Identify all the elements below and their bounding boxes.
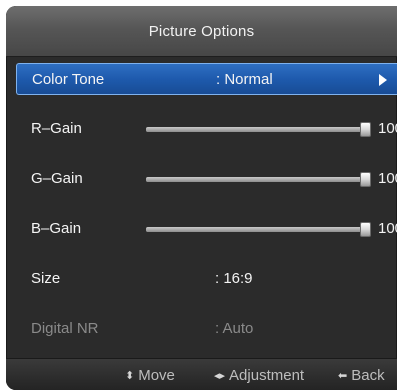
r-gain-slider[interactable] bbox=[146, 122, 371, 137]
hint-move-label: Move bbox=[138, 367, 175, 384]
r-gain-slider-thumb[interactable] bbox=[360, 122, 371, 137]
g-gain-slider[interactable] bbox=[146, 172, 371, 187]
hint-back-label: Back bbox=[351, 367, 385, 384]
menu-item-r-gain[interactable]: R–Gain 100 bbox=[16, 113, 397, 145]
hint-adjustment-label: Adjustment bbox=[229, 367, 305, 384]
g-gain-slider-thumb[interactable] bbox=[360, 172, 371, 187]
b-gain-slider-thumb[interactable] bbox=[360, 222, 371, 237]
hint-back: ⬅ Back bbox=[338, 367, 385, 384]
menu-title: Picture Options bbox=[148, 23, 255, 40]
r-gain-value: 100 bbox=[378, 120, 397, 137]
size-value: : 16:9 bbox=[215, 270, 253, 287]
menu-item-digital-nr: Digital NR : Auto bbox=[16, 313, 397, 345]
g-gain-value: 100 bbox=[378, 170, 397, 187]
g-gain-slider-fill bbox=[146, 177, 366, 182]
menu-item-g-gain[interactable]: G–Gain 100 bbox=[16, 163, 397, 195]
back-arrow-icon: ⬅ bbox=[338, 369, 348, 382]
b-gain-label: B–Gain bbox=[31, 220, 82, 237]
r-gain-label: R–Gain bbox=[31, 120, 82, 137]
b-gain-slider[interactable] bbox=[146, 222, 371, 237]
b-gain-slider-fill bbox=[146, 227, 366, 232]
color-tone-value: : Normal bbox=[216, 71, 273, 88]
r-gain-slider-fill bbox=[146, 127, 366, 132]
digital-nr-label: Digital NR bbox=[31, 320, 99, 337]
hint-move: ⬍ Move bbox=[125, 367, 175, 384]
submenu-arrow-icon[interactable] bbox=[379, 74, 387, 86]
left-right-arrows-icon: ◂▸ bbox=[214, 369, 226, 382]
color-tone-label: Color Tone bbox=[32, 71, 105, 88]
b-gain-value: 100 bbox=[378, 220, 397, 237]
menu-item-b-gain[interactable]: B–Gain 100 bbox=[16, 213, 397, 245]
g-gain-label: G–Gain bbox=[31, 170, 83, 187]
picture-options-menu: Picture Options Color Tone : Normal R–Ga… bbox=[6, 6, 397, 390]
menu-item-color-tone[interactable]: Color Tone : Normal bbox=[16, 63, 397, 95]
menu-title-bar: Picture Options bbox=[6, 6, 397, 57]
up-down-arrows-icon: ⬍ bbox=[125, 369, 135, 382]
size-label: Size bbox=[31, 270, 61, 287]
digital-nr-value: : Auto bbox=[215, 320, 254, 337]
hint-adjustment: ◂▸ Adjustment bbox=[214, 367, 304, 384]
menu-item-size[interactable]: Size : 16:9 bbox=[16, 263, 397, 295]
footer-hint-bar: ⬍ Move ◂▸ Adjustment ⬅ Back bbox=[6, 358, 397, 390]
